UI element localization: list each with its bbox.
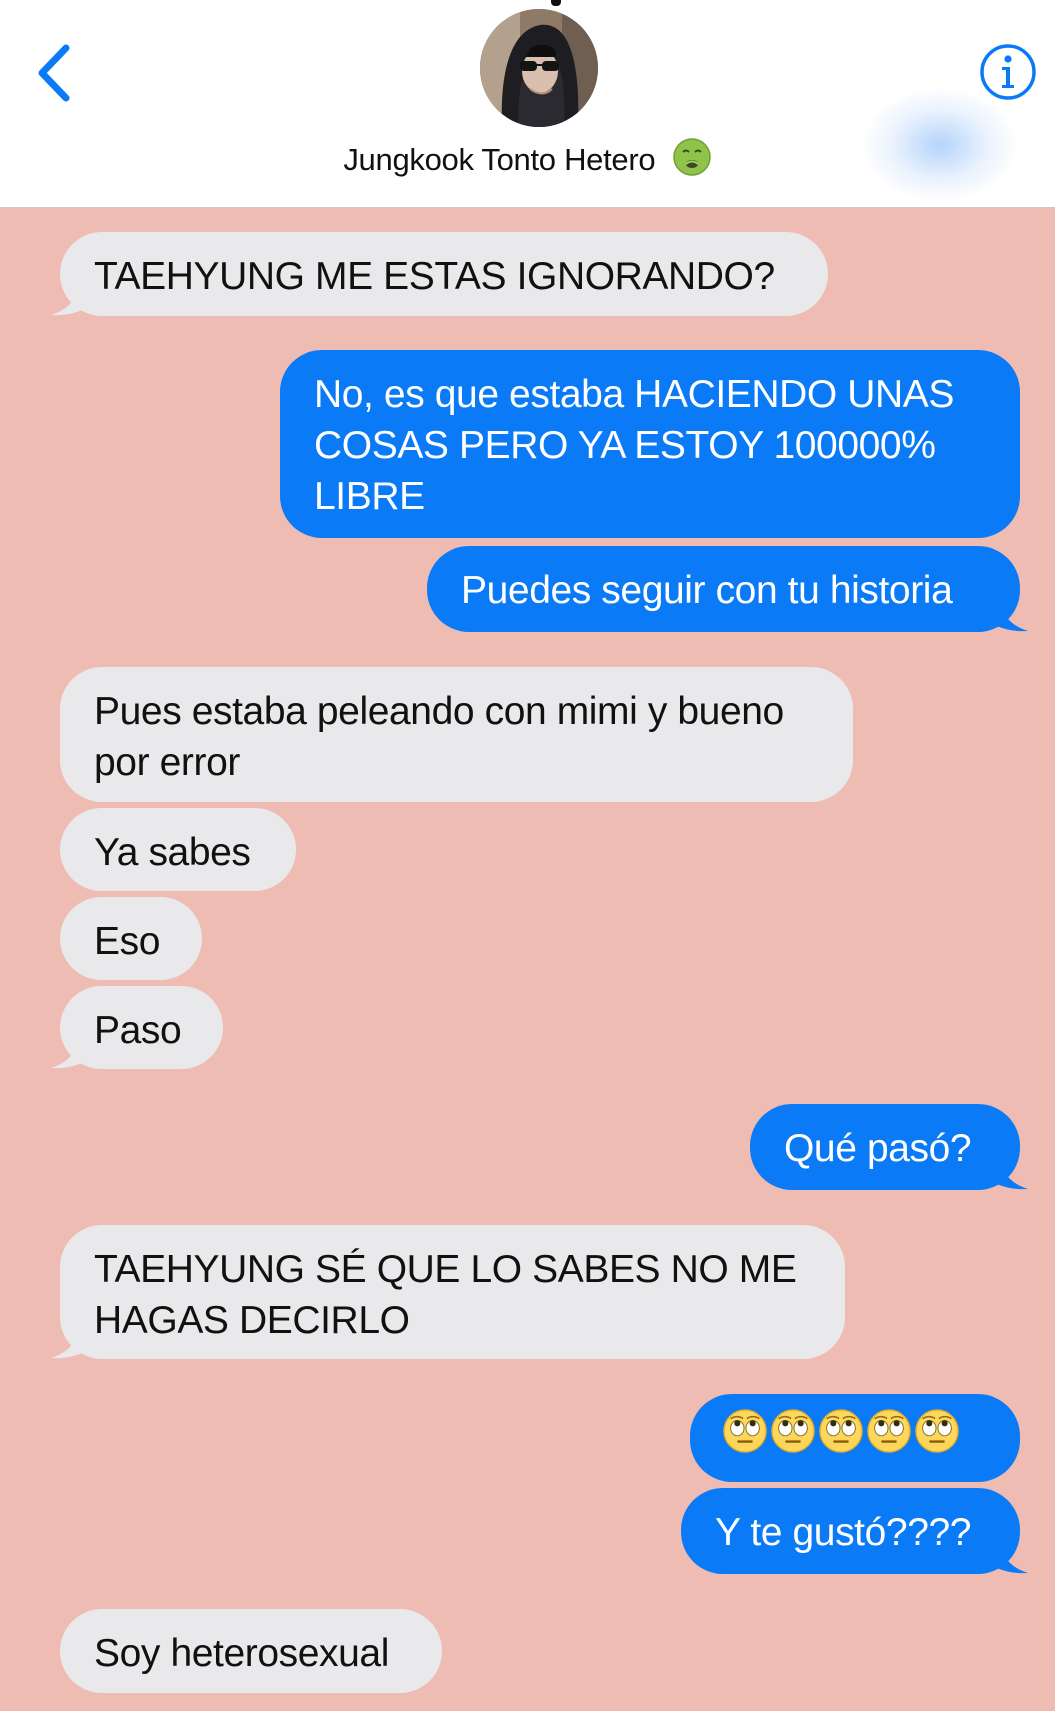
message-bubble-outgoing[interactable]: Puedes seguir con tu historia <box>427 546 1020 632</box>
message-text-line: por error <box>94 741 240 784</box>
message-text: Soy heterosexual <box>94 1632 389 1675</box>
contact-name-row[interactable]: Jungkook Tonto Hetero <box>0 137 1055 180</box>
message-text-line: Pues estaba peleando con mimi y bueno <box>94 690 784 733</box>
message-bubble-incoming[interactable]: TAEHYUNG ME ESTAS IGNORANDO? <box>60 232 828 316</box>
message-bubble-incoming[interactable]: Eso <box>60 897 202 980</box>
avatar-photo <box>480 9 598 127</box>
face-with-rolling-eyes-icon <box>819 1409 863 1453</box>
message-text-line: LIBRE <box>314 475 425 518</box>
face-with-rolling-eyes-icon <box>771 1409 815 1453</box>
message-bubble-outgoing[interactable] <box>690 1394 1020 1482</box>
chevron-left-icon <box>38 44 70 102</box>
face-with-rolling-eyes-icon <box>723 1409 767 1453</box>
face-with-rolling-eyes-icon <box>867 1409 911 1453</box>
message-text-line: TAEHYUNG SÉ QUE LO SABES NO ME <box>94 1248 797 1291</box>
info-button[interactable] <box>978 42 1038 102</box>
message-bubble-outgoing[interactable]: Y te gustó???? <box>681 1488 1020 1574</box>
message-text: TAEHYUNG ME ESTAS IGNORANDO? <box>94 255 775 298</box>
bubble-tail-incoming <box>47 1319 87 1359</box>
back-button[interactable] <box>30 38 84 108</box>
emoji-row <box>722 1408 1020 1454</box>
nauseated-face-icon <box>672 137 712 177</box>
message-text: Paso <box>94 1009 182 1052</box>
message-bubble-outgoing[interactable]: Qué pasó? <box>750 1104 1020 1190</box>
message-text-line: No, es que estaba HACIENDO UNAS <box>314 373 955 416</box>
message-text-line: HAGAS DECIRLO <box>94 1299 410 1342</box>
bubble-tail-outgoing <box>992 592 1032 632</box>
message-bubble-incoming[interactable]: TAEHYUNG SÉ QUE LO SABES NO ME HAGAS DEC… <box>60 1225 845 1359</box>
contact-avatar[interactable] <box>480 9 598 127</box>
bubble-tail-outgoing <box>992 1534 1032 1574</box>
bubble-tail-outgoing <box>992 1150 1032 1190</box>
message-bubble-incoming[interactable]: Pues estaba peleando con mimi y bueno po… <box>60 667 853 802</box>
message-text: Puedes seguir con tu historia <box>461 569 953 612</box>
conversation-header: Jungkook Tonto Hetero <box>0 0 1055 208</box>
bubble-tail-incoming <box>47 276 87 316</box>
conversation-screen: Jungkook Tonto Hetero TAEHYUNG ME ESTAS … <box>0 0 1055 1711</box>
message-bubble-outgoing[interactable]: No, es que estaba HACIENDO UNAS COSAS PE… <box>280 350 1020 538</box>
message-text-line: COSAS PERO YA ESTOY 100000% <box>314 424 936 467</box>
message-bubble-incoming[interactable]: Soy heterosexual <box>60 1609 442 1693</box>
message-text: Y te gustó???? <box>715 1511 972 1554</box>
contact-name: Jungkook Tonto Hetero <box>343 142 656 177</box>
top-fragment <box>551 0 561 6</box>
message-bubble-incoming[interactable]: Ya sabes <box>60 808 296 891</box>
message-text: Ya sabes <box>94 831 251 874</box>
bubble-tail-incoming <box>47 1029 87 1069</box>
info-icon <box>980 44 1036 100</box>
message-text: Eso <box>94 920 161 963</box>
message-text: Qué pasó? <box>784 1127 972 1170</box>
face-with-rolling-eyes-icon <box>915 1409 959 1453</box>
